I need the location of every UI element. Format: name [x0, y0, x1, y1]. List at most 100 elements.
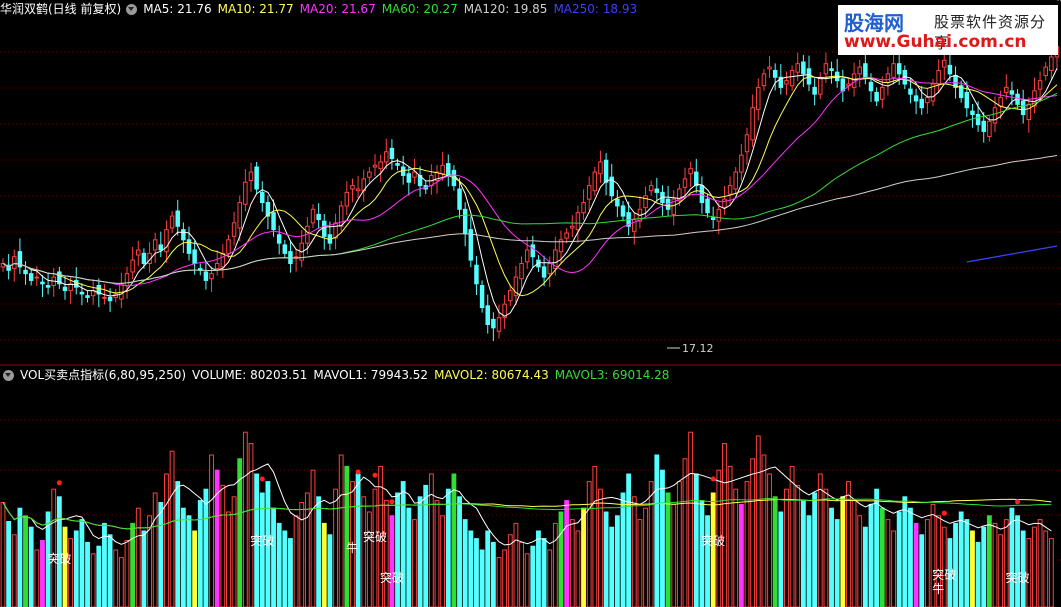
volume-bar [733, 488, 739, 607]
candle-body [243, 181, 248, 205]
ma5-label: MA5: 21.76 [143, 2, 212, 16]
signal-label: 突破 [363, 529, 387, 544]
volume-bar [908, 507, 913, 607]
chart-canvas: 17.12 突破突破牛突破突破突破牛突破突破破位 [0, 0, 1061, 607]
volume-bar [998, 534, 1004, 607]
volume-bar [964, 519, 970, 607]
candle-body [372, 164, 378, 168]
volume-bar [569, 519, 575, 607]
volume-bar [1015, 515, 1020, 607]
candle-body [1049, 56, 1054, 71]
collapse-indicator-icon[interactable] [126, 3, 138, 15]
volume-bar [507, 534, 513, 607]
volume-bar [891, 530, 896, 607]
candle-body [772, 69, 778, 78]
candle-body [547, 263, 552, 275]
volume-bar [660, 469, 665, 607]
candle-body [85, 295, 90, 298]
signal-label: 牛 [932, 581, 944, 596]
candle-body [874, 91, 879, 102]
candle-body [885, 73, 891, 83]
candle-body [1009, 90, 1015, 95]
volume-bar [789, 465, 795, 607]
candle-body [761, 73, 767, 87]
volume-bar [79, 519, 85, 607]
signal-dot [355, 469, 361, 475]
volume-bar [451, 473, 457, 607]
signal-label: 牛 [346, 540, 358, 555]
watermark-logo: 股海网 股票软件资源分享 www.Guhai.com.cn [838, 5, 1058, 55]
candle-body [992, 107, 998, 124]
candle-body [970, 110, 975, 116]
candle-body [744, 134, 750, 153]
volume-bar [524, 553, 530, 607]
signal-dot [372, 472, 378, 478]
candle-body [1026, 103, 1032, 121]
volume-bar [693, 473, 699, 607]
volume-bar [293, 515, 299, 607]
candle-body [384, 151, 389, 163]
volume-bar [490, 541, 496, 607]
volume-bar [164, 473, 169, 607]
candle-body [570, 225, 575, 229]
candle-body [519, 263, 524, 280]
candle-body [237, 202, 242, 229]
candle-body [823, 63, 829, 75]
low-price-label: 17.12 [682, 342, 714, 355]
candle-body [981, 120, 986, 132]
candle-body [648, 185, 654, 192]
signal-label: 突破 [380, 570, 404, 585]
volume-bar [130, 522, 136, 607]
candle-body [789, 69, 795, 87]
candle-body [727, 185, 733, 195]
candle-body [338, 205, 344, 227]
volume-bar [896, 511, 902, 607]
signal-dot [941, 510, 947, 516]
volume-bar [0, 502, 6, 607]
candle-body [282, 244, 288, 254]
candle-body [271, 212, 276, 231]
volume-bar [361, 496, 367, 607]
volume-bar [90, 553, 96, 607]
candle-body [367, 171, 372, 178]
candle-body [23, 269, 28, 275]
candle-body [276, 234, 282, 244]
volume-bar [271, 507, 276, 607]
volume-bar [248, 443, 254, 607]
volume-panel-title: VOL买卖点指标(6,80,95,250) [20, 368, 187, 382]
volume-bar [383, 500, 389, 607]
volume-bar [592, 465, 598, 607]
volume-bar [710, 492, 716, 607]
candle-body [564, 232, 569, 239]
candle-body [28, 273, 34, 281]
low-marker: 17.12 [667, 342, 714, 355]
candle-body [812, 86, 817, 95]
volume-bar [423, 484, 429, 607]
main-panel-title: 华润双鹤(日线 前复权) [0, 2, 122, 16]
ma120-line [2, 155, 1058, 284]
volume-bar [603, 511, 609, 607]
volume-bar [575, 530, 581, 607]
collapse-indicator-icon[interactable] [3, 369, 14, 381]
volume-bar [682, 458, 688, 607]
volume-bar [220, 484, 226, 607]
volume-bar [338, 454, 344, 607]
candle-body [209, 273, 214, 280]
volume-bar [28, 526, 34, 607]
candle-body [801, 61, 806, 75]
volume-bar [564, 500, 570, 607]
signal-label: 突破 [1006, 570, 1030, 585]
volume-bar [85, 541, 90, 607]
volume-bar [445, 488, 451, 607]
candle-body [322, 220, 327, 237]
volume-bar [981, 526, 987, 607]
volume-bar [321, 522, 327, 607]
candle-body [192, 249, 197, 264]
candle-body [496, 317, 502, 332]
candle-body [130, 259, 135, 273]
candle-body [818, 76, 823, 95]
volume-bar [73, 530, 79, 607]
candle-body [936, 69, 941, 85]
volume-bar [299, 502, 305, 607]
candle-body [987, 120, 992, 138]
